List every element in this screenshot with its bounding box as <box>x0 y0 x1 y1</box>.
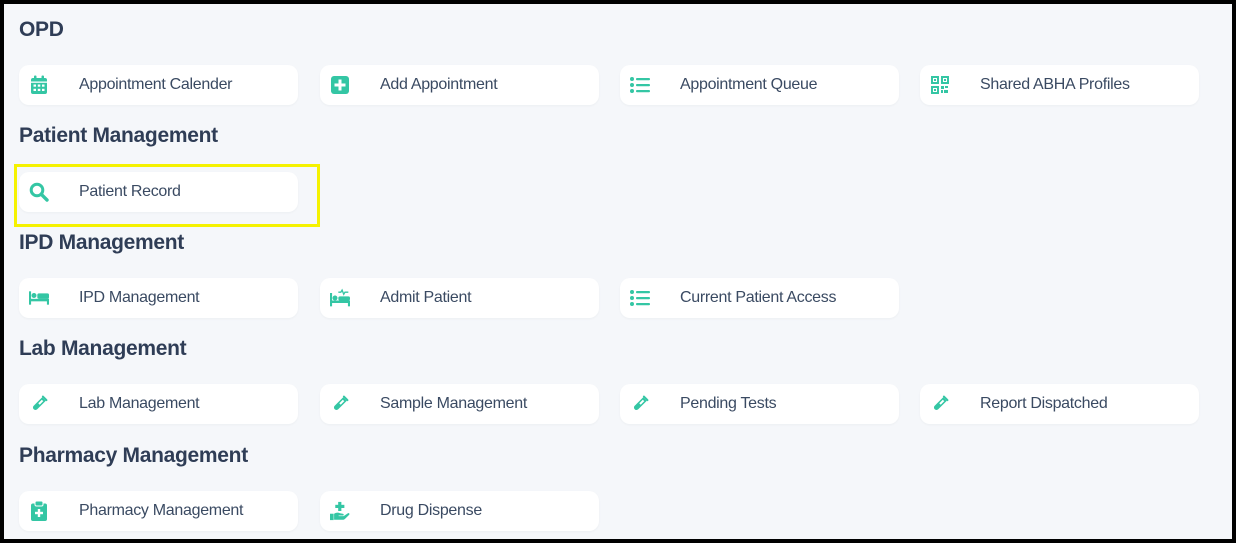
card-report-dispatched[interactable]: Report Dispatched <box>920 384 1199 424</box>
clipboard-medical-icon <box>29 501 49 521</box>
card-pending-tests[interactable]: Pending Tests <box>620 384 899 424</box>
card-shared-abha-profiles[interactable]: Shared ABHA Profiles <box>920 65 1199 105</box>
qr-code-icon <box>930 75 950 95</box>
search-icon <box>29 182 49 202</box>
list-icon <box>630 288 650 308</box>
card-label: Appointment Queue <box>680 76 818 93</box>
card-drug-dispense[interactable]: Drug Dispense <box>320 491 599 531</box>
card-label: Report Dispatched <box>980 395 1108 412</box>
card-label: Drug Dispense <box>380 502 482 519</box>
section-title-patient-management: Patient Management <box>19 124 218 147</box>
test-tube-icon <box>930 394 950 414</box>
test-tube-icon <box>29 394 49 414</box>
card-add-appointment[interactable]: Add Appointment <box>320 65 599 105</box>
section-title-pharmacy-management: Pharmacy Management <box>19 444 248 467</box>
card-label: Current Patient Access <box>680 289 837 306</box>
card-label: Lab Management <box>79 395 200 412</box>
card-patient-record[interactable]: Patient Record <box>19 172 298 212</box>
section-title-lab-management: Lab Management <box>19 337 187 360</box>
bed-pulse-icon <box>330 288 350 308</box>
bed-icon <box>29 288 49 308</box>
card-label: Add Appointment <box>380 76 498 93</box>
section-title-opd: OPD <box>19 18 64 41</box>
card-label: Pending Tests <box>680 395 777 412</box>
card-label: Sample Management <box>380 395 527 412</box>
card-appointment-queue[interactable]: Appointment Queue <box>620 65 899 105</box>
card-label: Patient Record <box>79 183 181 200</box>
plus-square-icon <box>330 75 350 95</box>
card-label: Shared ABHA Profiles <box>980 76 1130 93</box>
card-admit-patient[interactable]: Admit Patient <box>320 278 599 318</box>
test-tube-icon <box>330 394 350 414</box>
card-pharmacy-management[interactable]: Pharmacy Management <box>19 491 298 531</box>
card-label: Appointment Calender <box>79 76 233 93</box>
card-lab-management[interactable]: Lab Management <box>19 384 298 424</box>
test-tube-icon <box>630 394 650 414</box>
section-title-ipd-management: IPD Management <box>19 231 184 254</box>
card-appointment-calender[interactable]: Appointment Calender <box>19 65 298 105</box>
list-icon <box>630 75 650 95</box>
card-ipd-management[interactable]: IPD Management <box>19 278 298 318</box>
card-label: Admit Patient <box>380 289 472 306</box>
card-label: Pharmacy Management <box>79 502 244 519</box>
card-current-patient-access[interactable]: Current Patient Access <box>620 278 899 318</box>
card-label: IPD Management <box>79 289 200 306</box>
dashboard-panel: OPD Appointment Calender Add Appointment… <box>4 4 1232 539</box>
calendar-icon <box>29 75 49 95</box>
hand-holding-medical-icon <box>330 501 350 521</box>
card-sample-management[interactable]: Sample Management <box>320 384 599 424</box>
